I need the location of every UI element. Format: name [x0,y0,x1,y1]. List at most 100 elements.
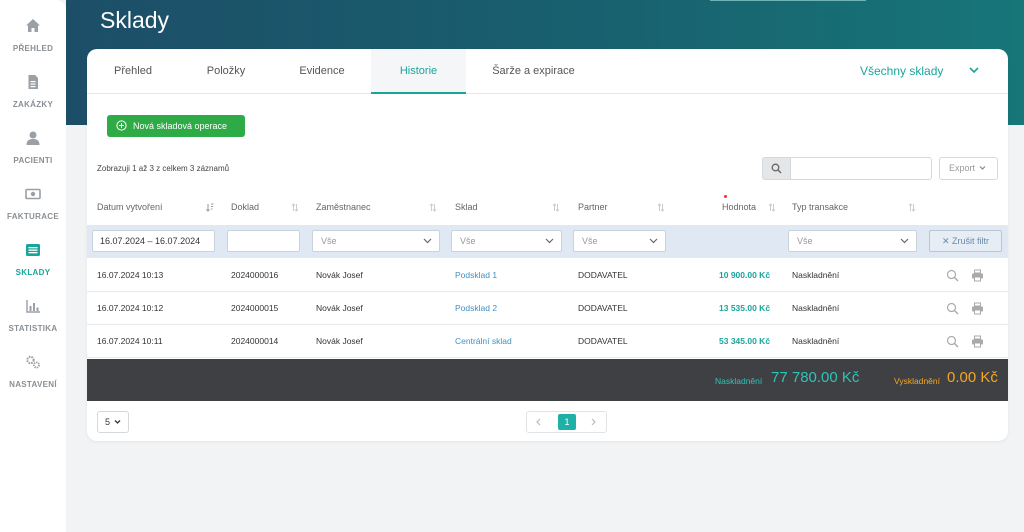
col-header-type[interactable]: Typ transakce [792,197,848,217]
print-icon[interactable] [971,269,984,282]
tab-prehled[interactable]: Přehled [87,49,179,94]
cell-date: 16.07.2024 10:11 [97,336,163,346]
date-range-filter[interactable] [92,230,215,252]
new-operation-button[interactable]: Nová skladová operace [107,115,245,137]
nav-label: ZAKÁZKY [12,100,54,109]
search-button[interactable] [762,157,790,180]
tab-sarze-expirace[interactable]: Šarže a expirace [466,49,601,94]
gears-icon [26,355,40,369]
sort-desc-icon[interactable] [206,203,214,212]
chevron-down-icon [423,238,432,244]
nav-item-fakturace[interactable]: FAKTURACE [0,186,66,224]
chevron-down-icon[interactable] [967,63,981,77]
col-header-warehouse[interactable]: Sklad [455,197,478,217]
nav-label: SKLADY [15,268,51,277]
next-page-button[interactable] [582,412,606,432]
page-number-current[interactable]: 1 [558,414,576,430]
chevron-down-icon [979,166,985,170]
prev-page-button[interactable] [527,412,551,432]
sort-icon[interactable] [768,203,776,212]
col-header-partner[interactable]: Partner [578,197,608,217]
nav-item-zakazky[interactable]: ZAKÁZKY [0,74,66,112]
search-icon[interactable] [946,335,959,348]
partner-filter[interactable]: Vše [573,230,666,252]
warehouse-filter-value: Vše [460,236,476,246]
cell-value: 53 345.00 Kč [719,336,771,346]
chevron-down-icon [114,420,121,424]
cell-partner: DODAVATEL [578,270,628,280]
cell-date: 16.07.2024 10:13 [97,270,164,280]
table-row[interactable]: 16.07.2024 10:11 2024000014 Novák Josef … [87,325,1008,358]
main-card: Přehled Položky Evidence Historie Šarže … [87,49,1008,441]
search-icon[interactable] [946,269,959,282]
tab-polozky[interactable]: Položky [179,49,273,94]
col-header-employee[interactable]: Zaměstnanec [316,197,371,217]
new-operation-label: Nová skladová operace [133,121,228,131]
sort-icon[interactable] [291,203,299,212]
cell-doc: 2024000014 [231,336,279,346]
sidebar: PŘEHLED ZAKÁZKY PACIENTI FAKTURACE SKLAD… [0,0,66,532]
document-icon [28,75,38,89]
sort-icon[interactable] [429,203,437,212]
cell-value: 10 900.00 Kč [719,270,771,280]
clear-filter-button[interactable]: ✕ Zrušit filtr [929,230,1002,252]
cell-warehouse-link[interactable]: Centrální sklad [455,325,512,358]
nav-label: STATISTIKA [8,324,58,333]
cell-doc: 2024000016 [231,270,279,280]
cell-employee: Novák Josef [316,336,363,346]
page-size-select[interactable]: 5 [97,411,129,433]
sort-icon[interactable] [908,203,916,212]
export-button[interactable]: Export [939,157,998,180]
type-filter[interactable]: Vše [788,230,917,252]
cell-warehouse-link[interactable]: Podsklad 1 [455,259,497,292]
col-header-date[interactable]: Datum vytvoření [97,197,163,217]
cell-employee: Novák Josef [316,303,363,313]
nav-item-pacienti[interactable]: PACIENTI [0,130,66,168]
doc-filter[interactable] [227,230,300,252]
chevron-down-icon [900,238,909,244]
print-icon[interactable] [971,302,984,315]
page-title: Sklady [100,7,170,33]
nav-item-sklady[interactable]: SKLADY [0,242,66,280]
sort-icon[interactable] [657,203,665,212]
nav-item-statistika[interactable]: STATISTIKA [0,298,66,336]
totals-bar [87,359,1008,401]
total-out-label: Vyskladnění [894,376,940,386]
cell-doc: 2024000015 [231,303,279,313]
records-info: Zobrazuji 1 až 3 z celkem 3 záznamů [97,164,230,173]
pagination: 1 [526,411,607,433]
cell-employee: Novák Josef [316,270,363,280]
export-label: Export [949,163,976,173]
nav-item-nastaveni[interactable]: NASTAVENÍ [0,354,66,392]
cell-type: Naskladnění [792,336,840,346]
col-header-value[interactable]: Hodnota [722,197,756,217]
col-header-doc[interactable]: Doklad [231,197,259,217]
nav-item-prehled[interactable]: PŘEHLED [0,18,66,56]
table-row[interactable]: 16.07.2024 10:12 2024000015 Novák Josef … [87,292,1008,325]
total-out-value: 0.00 Kč [947,369,998,386]
employee-filter[interactable]: Vše [312,230,440,252]
cell-partner: DODAVATEL [578,336,628,346]
employee-filter-value: Vše [321,236,337,246]
tab-historie[interactable]: Historie [371,49,466,94]
search-icon [771,163,782,174]
nav-label: NASTAVENÍ [9,380,57,389]
chart-icon [26,300,40,313]
page-size-value: 5 [105,417,111,427]
nav-label: PŘEHLED [12,44,54,53]
cell-type: Naskladnění [792,303,840,313]
cell-date: 16.07.2024 10:12 [97,303,164,313]
money-icon [25,188,41,200]
sort-icon[interactable] [552,203,560,212]
tab-evidence[interactable]: Evidence [273,49,371,94]
print-icon[interactable] [971,335,984,348]
nav-label: FAKTURACE [6,212,60,221]
search-input[interactable] [790,157,932,180]
table-row[interactable]: 16.07.2024 10:13 2024000016 Novák Josef … [87,259,1008,292]
cell-warehouse-link[interactable]: Podsklad 2 [455,292,497,325]
search-icon[interactable] [946,302,959,315]
tab-bar: Přehled Položky Evidence Historie Šarže … [87,49,1008,94]
chevron-down-icon [649,238,658,244]
warehouse-select[interactable]: Všechny sklady [860,49,943,94]
warehouse-filter[interactable]: Vše [451,230,562,252]
